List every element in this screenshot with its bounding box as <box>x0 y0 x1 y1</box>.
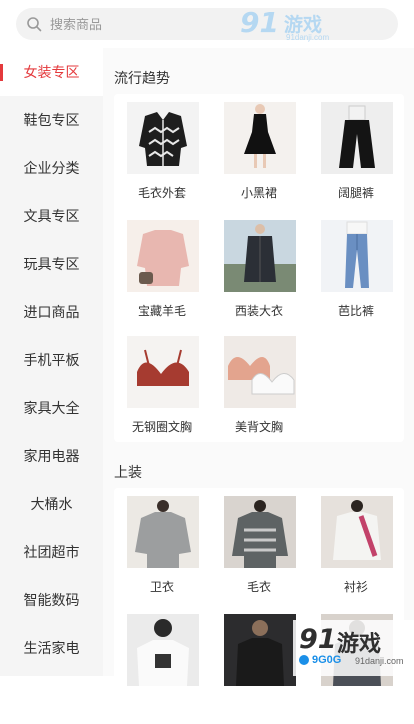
product-label: 衬衫 <box>343 580 368 594</box>
wide-leg-pants-image <box>321 102 393 174</box>
product-item[interactable]: 毛衣 <box>211 496 307 606</box>
black-dress-image <box>224 102 296 174</box>
product-item[interactable]: 阔腿裤 <box>308 102 404 212</box>
tshirt-image <box>127 614 199 686</box>
sidebar-item-appliances[interactable]: 家用电器 <box>0 432 103 480</box>
shirt-image <box>321 496 393 568</box>
search-icon <box>27 17 42 32</box>
watermark-url: 91danji.com <box>286 33 330 42</box>
product-item[interactable]: 美背文胸 <box>211 336 307 446</box>
product-item[interactable]: 卫衣 <box>114 496 210 606</box>
search-input[interactable] <box>50 8 240 40</box>
sweater-image <box>224 496 296 568</box>
sidebar-item-furniture[interactable]: 家具大全 <box>0 384 103 432</box>
product-label: 西装大衣 <box>234 304 283 318</box>
watermark-text: 游戏 <box>337 631 382 656</box>
sidebar-item-club-market[interactable]: 社团超市 <box>0 528 103 576</box>
product-label: 宝藏羊毛 <box>137 304 186 318</box>
section-card-trends: 毛衣外套 小黑裙 阔腿裤 宝藏羊毛 西装大衣 芭比裤 无钢圈文胸 美背文胸 <box>114 94 404 442</box>
jacket-image <box>224 614 296 686</box>
hoodie-image <box>127 496 199 568</box>
product-item[interactable]: 芭比裤 <box>308 220 404 330</box>
watermark-number: 91 <box>299 624 337 655</box>
product-label: 芭比裤 <box>337 304 374 318</box>
sidebar-item-women[interactable]: 女装专区 <box>0 48 103 96</box>
product-label: 卫衣 <box>149 580 174 594</box>
watermark-logo-top: 91 游戏 91danji.com <box>240 6 340 42</box>
search-box[interactable] <box>16 8 398 40</box>
watermark-brand: 9G0G <box>312 654 342 666</box>
sidebar-item-shoes-bags[interactable]: 鞋包专区 <box>0 96 103 144</box>
product-item[interactable]: 无钢圈文胸 <box>114 336 210 446</box>
sidebar-item-water[interactable]: 大桶水 <box>0 480 103 528</box>
category-sidebar: 女装专区 鞋包专区 企业分类 文具专区 玩具专区 进口商品 手机平板 家具大全 … <box>0 48 103 676</box>
product-label: 无钢圈文胸 <box>131 420 192 434</box>
sidebar-item-phones[interactable]: 手机平板 <box>0 336 103 384</box>
product-item[interactable]: 衬衫 <box>308 496 404 606</box>
sidebar-item-imports[interactable]: 进口商品 <box>0 288 103 336</box>
product-label: 美背文胸 <box>234 420 283 434</box>
product-label: 毛衣 <box>246 580 271 594</box>
watermark-logo-bottom: 91 游戏 9G0G 91danji.com <box>293 620 414 676</box>
coat-image <box>224 220 296 292</box>
category-content: 流行趋势 毛衣外套 小黑裙 阔腿裤 宝藏羊毛 西装大衣 芭比裤 无钢圈文胸 美背… <box>103 48 414 688</box>
product-item[interactable]: 小黑裙 <box>211 102 307 212</box>
section-title-trends: 流行趋势 <box>114 70 170 86</box>
watermark-globe-icon <box>299 655 309 665</box>
section-title-tops: 上装 <box>114 464 142 480</box>
sidebar-item-stationery[interactable]: 文具专区 <box>0 192 103 240</box>
sidebar-item-home-appliances[interactable]: 生活家电 <box>0 624 103 672</box>
product-item[interactable]: 宝藏羊毛 <box>114 220 210 330</box>
wool-sweater-image <box>127 220 199 292</box>
lace-bra-image <box>224 336 296 408</box>
product-label: 小黑裙 <box>240 186 277 200</box>
product-label: 毛衣外套 <box>137 186 186 200</box>
product-label: 阔腿裤 <box>337 186 374 200</box>
sidebar-item-digital[interactable]: 智能数码 <box>0 576 103 624</box>
sidebar-item-enterprise[interactable]: 企业分类 <box>0 144 103 192</box>
search-bar: 91 游戏 91danji.com <box>0 0 414 48</box>
product-item[interactable]: 西装大衣 <box>211 220 307 330</box>
sidebar-item-toys[interactable]: 玩具专区 <box>0 240 103 288</box>
watermark-url: 91danji.com <box>355 656 404 666</box>
wireless-bra-image <box>127 336 199 408</box>
product-item[interactable]: 毛衣外套 <box>114 102 210 212</box>
jeans-image <box>321 220 393 292</box>
watermark-number: 91 <box>240 6 279 39</box>
product-item[interactable] <box>114 614 210 724</box>
cardigan-image <box>127 102 199 174</box>
